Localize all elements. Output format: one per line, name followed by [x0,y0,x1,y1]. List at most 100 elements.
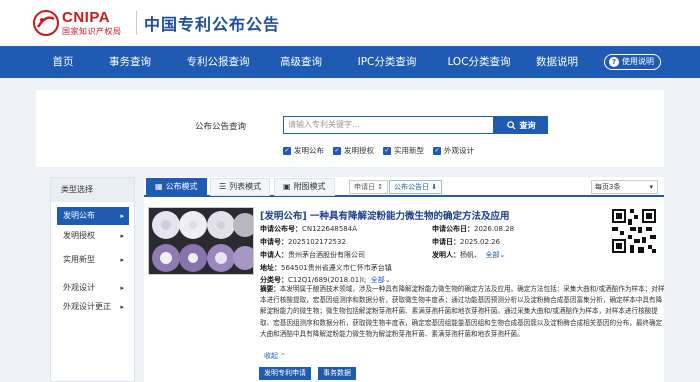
nav-data-description[interactable]: 数据说明 [532,46,582,78]
tab-label: 公布模式 [165,182,198,191]
field-label: 申请公布号： [260,225,302,233]
search-panel: 公布公告查询 请输入专利关键字... 查询 ✓ 发明公布 ✓ 发明授权 ✓ 实用新型 … [36,90,664,167]
header-divider [136,11,137,35]
per-page-value: 每页3条 [595,183,621,191]
tab-list-mode[interactable]: ☰ 列表模式 [210,178,271,196]
sidebar-item-label: 发明授权 [63,231,95,240]
field-label: 发明人： [432,251,460,259]
type-filters: ✓ 发明公布 ✓ 发明授权 ✓ 实用新型 ✓ 外观设计 [283,145,474,156]
collapse-link[interactable]: 收起 ⌃ [264,351,286,361]
nav-loc-query[interactable]: LOC分类查询 [438,46,520,78]
sidebar-item-label: 实用新型 [63,255,95,264]
checkbox-checked-icon[interactable]: ✓ [283,146,291,155]
type-sidebar: 类型选择 发明公布 ▸ 发明授权 ▸ 实用新型 ▸ 外观设计 ▸ 外观设计更正 ▸ [50,177,135,382]
patent-title-link[interactable]: [发明公布] 一种具有降解淀粉能力微生物的确定方法及应用 [260,208,510,222]
search-icon [506,120,516,130]
checkbox-checked-icon[interactable]: ✓ [333,146,341,155]
filter-label: 外观设计 [444,146,474,155]
tab-label: 列表模式 [229,182,262,191]
search-button[interactable]: 查询 [494,116,548,134]
main-nav: 首页 事务查询 专利公报查询 高级查询 IPC分类查询 LOC分类查询 数据说明… [0,46,700,78]
filter-invention-publication[interactable]: ✓ 发明公布 [283,145,324,156]
field-value: 杨帆、 [460,251,481,259]
field-label: 申请人： [260,251,288,259]
nav-home[interactable]: 首页 [42,46,84,78]
chevron-down-icon: ⌄ [384,276,391,284]
per-page-select[interactable]: 每页3条 ▾ [591,180,658,194]
chevron-down-icon: ▾ [649,183,653,191]
field-label: 申请日： [432,238,460,246]
qr-code-icon [610,207,658,255]
filter-invention-grant[interactable]: ✓ 发明授权 [333,145,374,156]
grid-icon: ▦ [155,182,163,191]
affairs-data-button[interactable]: 事务数据 [318,367,356,380]
checkbox-checked-icon[interactable]: ✓ [433,146,441,155]
patent-figure-thumbnail[interactable] [148,207,254,275]
filter-label: 实用新型 [394,146,424,155]
invention-application-button[interactable]: 发明专利申请 [259,367,311,380]
sidebar-item-invention-publication[interactable]: 发明公布 ▸ [57,207,129,225]
nav-ipc-query[interactable]: IPC分类查询 [347,46,427,78]
field-value: 2026.08.28 [474,225,515,233]
sidebar-item-design[interactable]: 外观设计 ▸ [57,279,129,297]
field-applicant: 申请人：贵州茅台酒股份有限公司 [260,250,365,260]
field-value: CN122648584A [302,225,357,233]
nav-advanced-query[interactable]: 高级查询 [272,46,330,78]
list-icon: ☰ [219,182,227,191]
field-publication-number: 申请公布号：CN122648584A [260,224,357,234]
inventor-show-all-link[interactable]: 全部 [485,251,499,259]
tab-publication-mode[interactable]: ▦ 公布模式 [146,178,207,196]
filter-utility-model[interactable]: ✓ 实用新型 [383,145,424,156]
field-publication-date: 申请公布日：2026.08.28 [432,224,514,234]
sidebar-item-invention-grant[interactable]: 发明授权 ▸ [57,227,129,245]
field-value: C12Q1/689(2018.01)I; [288,276,367,284]
collapse-label: 收起 [264,352,278,360]
search-input[interactable]: 请输入专利关键字... [283,116,494,134]
chevron-right-icon: ▸ [120,303,124,311]
field-value: 2025102172532 [288,238,346,246]
nav-gazette-query[interactable]: 专利公报查询 [178,46,258,78]
sidebar-item-utility-model[interactable]: 实用新型 ▸ [57,251,129,269]
help-button[interactable]: ? 使用说明 [604,54,661,70]
filter-design[interactable]: ✓ 外观设计 [433,145,474,156]
chevron-right-icon: ▸ [120,212,124,220]
chevron-up-icon: ⌃ [280,352,287,360]
chevron-right-icon: ▸ [120,232,124,240]
filter-label: 发明授权 [344,146,374,155]
sidebar-title: 类型选择 [51,178,134,202]
field-application-date: 申请日：2025.02.26 [432,237,500,247]
abstract-text: 本发明属于酿酒技术领域，涉及一种具有降解淀粉能力微生物的确定方法及应用。确定方法… [260,285,665,338]
field-value: 564501贵州省遵义市仁怀市茅台镇 [281,264,392,272]
cnipa-logo-icon [33,10,59,36]
chevron-right-icon: ▸ [120,284,124,292]
field-value: 贵州茅台酒股份有限公司 [288,251,365,259]
results-panel: ▦ 公布模式 ☰ 列表模式 ▣ 附图模式 申请日 ↕ 公布公告日 ⬇ 每页3条 ▾ [发… [144,177,664,382]
help-label: 使用说明 [622,57,654,66]
help-icon: ? [609,57,619,67]
sort-by-publication-date[interactable]: 公布公告日 ⬇ [389,180,443,194]
checkbox-checked-icon[interactable]: ✓ [383,146,391,155]
sort-by-application-date[interactable]: 申请日 ↕ [349,180,389,194]
sidebar-item-design-correction[interactable]: 外观设计更正 ▸ [57,298,129,316]
search-button-label: 查询 [519,120,536,130]
search-label: 公布公告查询 [195,122,247,132]
logo-subtitle: 国家知识产权局 [62,27,122,36]
field-inventor: 发明人：杨帆、 全部⌄ [432,250,505,260]
chevron-down-icon: ⌄ [499,251,506,259]
nav-affairs-query[interactable]: 事务查询 [100,46,160,78]
field-label: 分类号： [260,276,288,284]
logo-text: CNIPA [62,9,111,26]
site-title: 中国专利公布公告 [144,15,281,34]
field-label: 地址： [260,264,281,272]
field-label: 申请公布日： [432,225,474,233]
sidebar-item-label: 外观设计更正 [63,302,111,311]
field-value: 2025.02.26 [460,238,501,246]
tab-figure-mode[interactable]: ▣ 附图模式 [274,178,335,196]
view-tabbar: ▦ 公布模式 ☰ 列表模式 ▣ 附图模式 申请日 ↕ 公布公告日 ⬇ 每页3条 ▾ [144,177,664,197]
classification-show-all-link[interactable]: 全部 [371,276,385,284]
site-header: CNIPA 国家知识产权局 中国专利公布公告 [0,0,700,46]
field-address: 地址：564501贵州省遵义市仁怀市茅台镇 [260,263,392,273]
tab-label: 附图模式 [293,182,326,191]
image-icon: ▣ [283,182,291,191]
abstract-label: 摘要： [260,285,280,293]
